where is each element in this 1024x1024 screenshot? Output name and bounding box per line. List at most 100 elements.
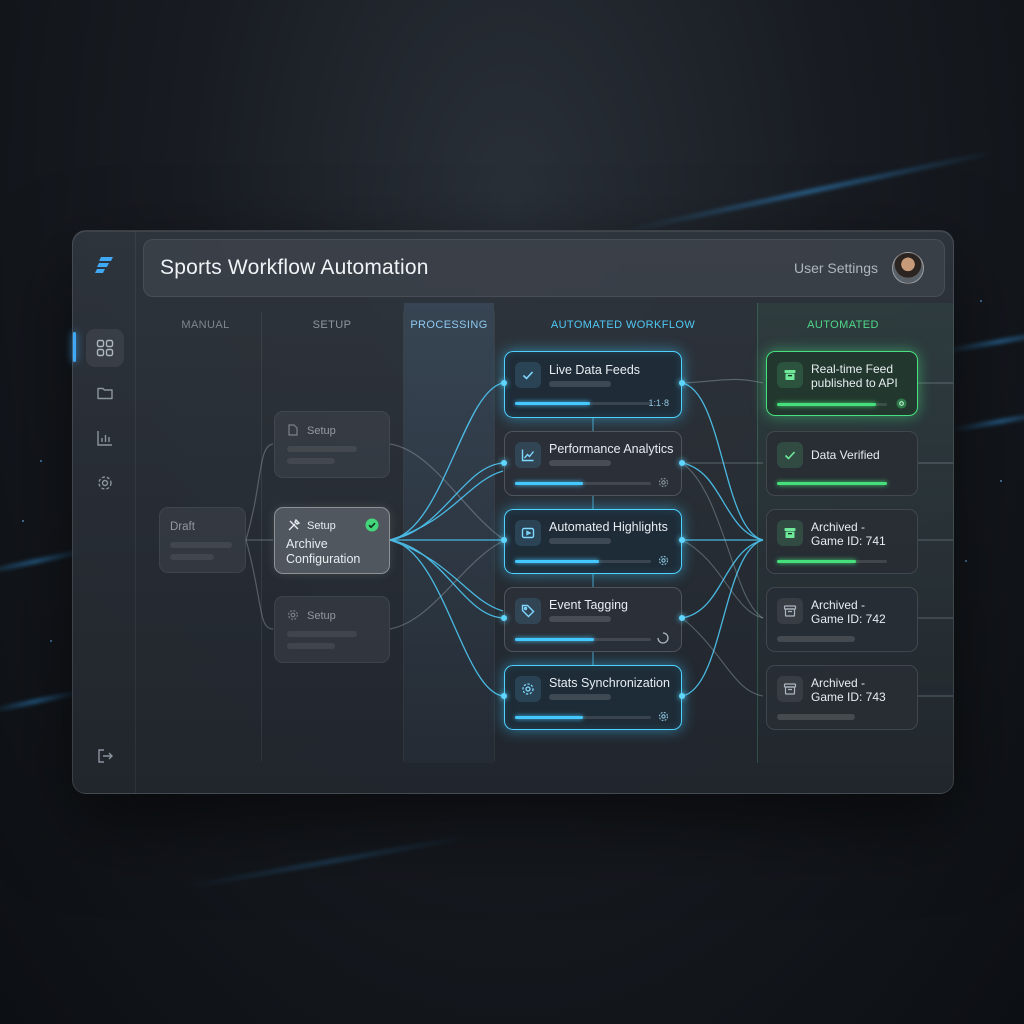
- progress-fill: [515, 638, 594, 641]
- placeholder-line: [287, 446, 357, 452]
- progress-fill: [777, 403, 876, 406]
- connector-port[interactable]: [501, 615, 507, 621]
- automated-card-data-verified[interactable]: Data Verified: [766, 431, 918, 496]
- app-window: Sports Workflow Automation User Settings…: [72, 230, 954, 794]
- progress-bar: [777, 482, 887, 485]
- automated-card-icon: [777, 442, 803, 468]
- trend-chart-icon: [521, 449, 535, 462]
- automated-card-icon: [777, 598, 803, 624]
- setup-title: Archive Configuration: [286, 537, 361, 566]
- background-particle: [1000, 480, 1002, 482]
- background-particle: [980, 300, 982, 302]
- connector-port[interactable]: [679, 615, 685, 621]
- placeholder-line: [549, 460, 611, 466]
- workflow-card-event-tagging[interactable]: Event Tagging: [504, 587, 682, 652]
- archive-box-icon: [783, 683, 797, 695]
- placeholder-line: [549, 538, 611, 544]
- automated-card-icon: [777, 676, 803, 702]
- setup-label: Setup: [307, 425, 336, 437]
- setup-card-archive-configuration[interactable]: Setup Archive Configuration: [274, 507, 390, 574]
- placeholder-line: [287, 631, 357, 637]
- workflow-card-live-data-feeds[interactable]: Live Data Feeds 1:1·8: [504, 351, 682, 418]
- workflow-card-title: Automated Highlights: [549, 520, 668, 534]
- progress-fill: [777, 560, 857, 563]
- workflow-card-status: 1:1·8: [648, 398, 669, 408]
- automated-card-real-time-feed[interactable]: Real-time Feed published to API: [766, 351, 918, 416]
- automated-card-icon: [777, 520, 803, 546]
- automated-card-title: Archived - Game ID: 743: [811, 676, 886, 704]
- connector-port[interactable]: [679, 460, 685, 466]
- progress-bar: [777, 403, 887, 406]
- progress-bar: [515, 560, 651, 563]
- setup-card-top[interactable]: Setup: [274, 411, 390, 478]
- draft-card[interactable]: Draft: [159, 507, 246, 573]
- gear-icon: [658, 555, 669, 566]
- placeholder-line: [287, 643, 335, 649]
- placeholder-line: [170, 542, 232, 548]
- automated-card-archived-741[interactable]: Archived - Game ID: 741: [766, 509, 918, 574]
- workflow-card-performance-analytics[interactable]: Performance Analytics: [504, 431, 682, 496]
- highlight-icon: [521, 527, 535, 539]
- automated-card-title: Archived - Game ID: 742: [811, 598, 886, 626]
- setup-label: Setup: [307, 610, 336, 622]
- archive-box-icon: [783, 605, 797, 617]
- background-light-streak: [0, 690, 80, 713]
- progress-bar: [515, 716, 651, 719]
- workflow-card-title: Stats Synchronization: [549, 676, 670, 690]
- automated-card-title: Real-time Feed published to API: [811, 362, 898, 390]
- workflow-card-stats-synchronization[interactable]: Stats Synchronization: [504, 665, 682, 730]
- progress-fill: [515, 560, 600, 563]
- connector-port[interactable]: [501, 380, 507, 386]
- workflow-card-icon: [515, 520, 541, 546]
- background-particle: [22, 520, 24, 522]
- gear-icon: [896, 398, 907, 409]
- automated-card-icon: [777, 362, 803, 388]
- check-icon: [784, 451, 796, 460]
- connector-port[interactable]: [501, 693, 507, 699]
- check-circle-icon: [365, 518, 379, 532]
- background-light-streak: [182, 833, 478, 890]
- workflow-card-title: Event Tagging: [549, 598, 628, 612]
- background-particle: [50, 640, 52, 642]
- workflow-card-title: Performance Analytics: [549, 442, 674, 456]
- workflow-card-icon: [515, 362, 541, 388]
- sync-gear-icon: [522, 683, 534, 695]
- background-particle: [40, 460, 42, 462]
- workflow-card-icon: [515, 598, 541, 624]
- tag-icon: [521, 604, 535, 618]
- background-light-streak: [950, 411, 1024, 432]
- workflow-card-icon: [515, 676, 541, 702]
- placeholder-line: [287, 458, 335, 464]
- workflow-card-title: Live Data Feeds: [549, 363, 641, 377]
- placeholder-line: [549, 694, 611, 700]
- placeholder-line: [777, 714, 855, 720]
- progress-bar: [515, 638, 651, 641]
- connector-port[interactable]: [501, 460, 507, 466]
- placeholder-line: [549, 616, 611, 622]
- progress-fill: [515, 482, 583, 485]
- document-icon: [288, 424, 298, 436]
- tools-icon: [288, 518, 301, 531]
- placeholder-line: [549, 381, 611, 387]
- connector-port[interactable]: [679, 537, 685, 543]
- setup-card-bottom[interactable]: Setup: [274, 596, 390, 663]
- automated-card-title: Archived - Game ID: 741: [811, 520, 886, 548]
- workflow-card-icon: [515, 442, 541, 468]
- workflow-card-automated-highlights[interactable]: Automated Highlights: [504, 509, 682, 574]
- automated-card-archived-743[interactable]: Archived - Game ID: 743: [766, 665, 918, 730]
- progress-fill: [777, 482, 887, 485]
- placeholder-line: [170, 554, 214, 560]
- connector-port[interactable]: [679, 693, 685, 699]
- connector-port[interactable]: [679, 380, 685, 386]
- progress-bar: [515, 402, 651, 405]
- connector-port[interactable]: [501, 537, 507, 543]
- automated-card-archived-742[interactable]: Archived - Game ID: 742: [766, 587, 918, 652]
- archive-box-icon: [784, 528, 796, 538]
- draft-label: Draft: [170, 521, 195, 533]
- archive-box-icon: [784, 370, 796, 380]
- spinner-icon: [657, 632, 669, 644]
- automated-card-title: Data Verified: [811, 448, 880, 462]
- background-light-streak: [623, 150, 997, 233]
- gear-icon: [658, 711, 669, 722]
- check-icon: [522, 371, 534, 380]
